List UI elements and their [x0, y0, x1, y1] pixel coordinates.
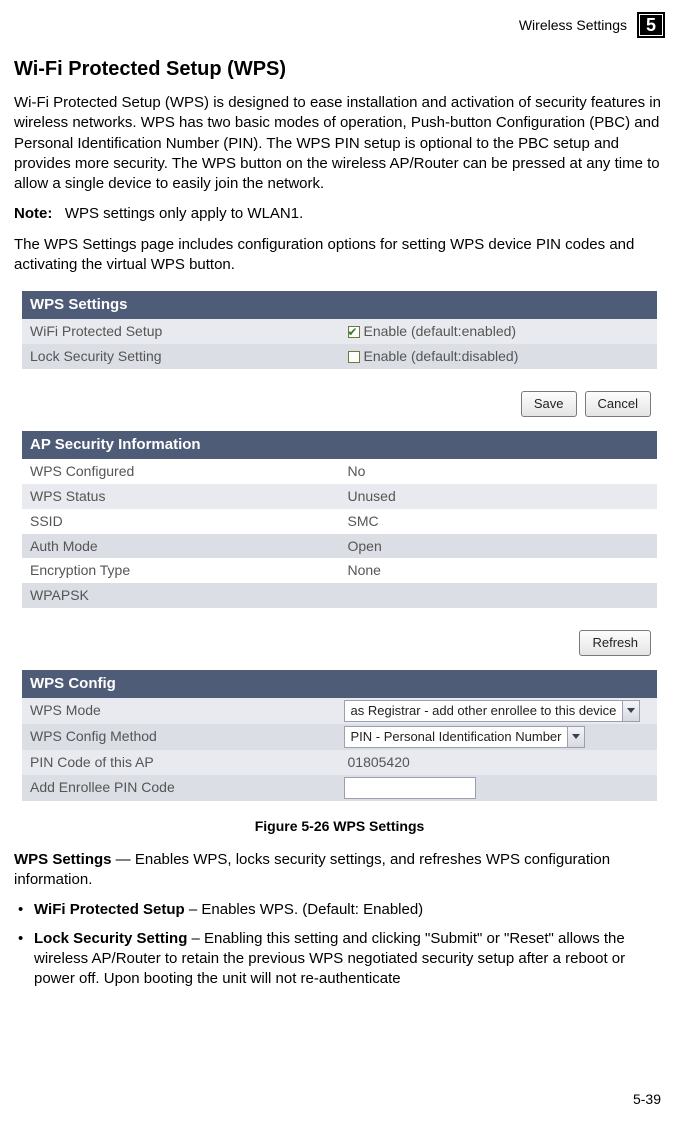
bullet-lock-title: Lock Security Setting — [34, 930, 187, 947]
note-line: Note: WPS settings only apply to WLAN1. — [14, 204, 665, 224]
ap-security-button-row: Refresh — [22, 630, 657, 656]
bullet-wifi-protected-setup: WiFi Protected Setup – Enables WPS. (Def… — [14, 900, 665, 920]
label-pin-code-ap: PIN Code of this AP — [22, 750, 340, 775]
cancel-button[interactable]: Cancel — [585, 391, 651, 417]
bullet-lock-security-setting: Lock Security Setting – Enabling this se… — [14, 929, 665, 990]
value-pin-code-ap: 01805420 — [340, 750, 658, 775]
bullet-wps-rest: – Enables WPS. (Default: Enabled) — [185, 901, 423, 918]
running-header: Wireless Settings 5 — [14, 12, 665, 38]
select-wps-mode-value: as Registrar - add other enrollee to thi… — [345, 702, 623, 720]
chapter-number-badge: 5 — [637, 12, 665, 38]
wps-settings-desc-title: WPS Settings — [14, 851, 112, 868]
row-lock-security-setting: Lock Security Setting Enable (default:di… — [22, 344, 657, 369]
after-note-paragraph: The WPS Settings page includes configura… — [14, 235, 665, 276]
running-head-text: Wireless Settings — [519, 16, 627, 35]
row-ssid: SSID SMC — [22, 509, 657, 534]
note-label: Note: — [14, 205, 52, 222]
bullet-list: WiFi Protected Setup – Enables WPS. (Def… — [14, 900, 665, 989]
value-wps-status: Unused — [340, 484, 658, 509]
value-wifi-protected-setup: Enable (default:enabled) — [364, 322, 517, 341]
row-wps-status: WPS Status Unused — [22, 484, 657, 509]
chevron-down-icon — [622, 701, 639, 721]
select-wps-config-method-value: PIN - Personal Identification Number — [345, 728, 568, 746]
value-ssid: SMC — [340, 509, 658, 534]
embedded-screenshot: WPS Settings WiFi Protected Setup Enable… — [14, 285, 665, 811]
label-wps-config-method: WPS Config Method — [22, 724, 340, 750]
intro-paragraph: Wi-Fi Protected Setup (WPS) is designed … — [14, 93, 665, 194]
figure-caption: Figure 5-26 WPS Settings — [14, 817, 665, 836]
page-number: 5-39 — [633, 1090, 661, 1109]
value-wpapsk — [340, 583, 658, 608]
label-lock-security-setting: Lock Security Setting — [22, 344, 340, 369]
select-wps-config-method[interactable]: PIN - Personal Identification Number — [344, 726, 586, 748]
label-wifi-protected-setup: WiFi Protected Setup — [22, 319, 340, 344]
wps-settings-description: WPS Settings — Enables WPS, locks securi… — [14, 850, 665, 891]
label-ssid: SSID — [22, 509, 340, 534]
value-encryption-type: None — [340, 558, 658, 583]
label-wps-status: WPS Status — [22, 484, 340, 509]
row-wifi-protected-setup: WiFi Protected Setup Enable (default:ena… — [22, 319, 657, 344]
panel-wps-settings-title: WPS Settings — [22, 291, 657, 319]
label-wps-mode: WPS Mode — [22, 698, 340, 724]
row-wps-configured: WPS Configured No — [22, 459, 657, 484]
row-wpapsk: WPAPSK — [22, 583, 657, 608]
row-encryption-type: Encryption Type None — [22, 558, 657, 583]
label-add-enrollee-pin: Add Enrollee PIN Code — [22, 775, 340, 801]
value-lock-security-setting: Enable (default:disabled) — [364, 347, 519, 366]
refresh-button[interactable]: Refresh — [579, 630, 651, 656]
bullet-wps-title: WiFi Protected Setup — [34, 901, 185, 918]
panel-ap-security-title: AP Security Information — [22, 431, 657, 459]
value-auth-mode: Open — [340, 534, 658, 559]
label-wps-configured: WPS Configured — [22, 459, 340, 484]
section-heading: Wi-Fi Protected Setup (WPS) — [14, 56, 665, 83]
wps-settings-button-row: Save Cancel — [22, 391, 657, 417]
label-encryption-type: Encryption Type — [22, 558, 340, 583]
chevron-down-icon — [567, 727, 584, 747]
save-button[interactable]: Save — [521, 391, 577, 417]
row-wps-config-method: WPS Config Method PIN - Personal Identif… — [22, 724, 657, 750]
checkbox-wifi-protected-setup[interactable] — [348, 326, 360, 338]
label-auth-mode: Auth Mode — [22, 534, 340, 559]
row-wps-mode: WPS Mode as Registrar - add other enroll… — [22, 698, 657, 724]
checkbox-lock-security-setting[interactable] — [348, 351, 360, 363]
row-add-enrollee-pin: Add Enrollee PIN Code — [22, 775, 657, 801]
row-auth-mode: Auth Mode Open — [22, 534, 657, 559]
select-wps-mode[interactable]: as Registrar - add other enrollee to thi… — [344, 700, 641, 722]
value-wps-configured: No — [340, 459, 658, 484]
input-add-enrollee-pin[interactable] — [344, 777, 476, 799]
panel-wps-config-title: WPS Config — [22, 670, 657, 698]
note-text: WPS settings only apply to WLAN1. — [65, 205, 303, 222]
row-pin-code-ap: PIN Code of this AP 01805420 — [22, 750, 657, 775]
label-wpapsk: WPAPSK — [22, 583, 340, 608]
